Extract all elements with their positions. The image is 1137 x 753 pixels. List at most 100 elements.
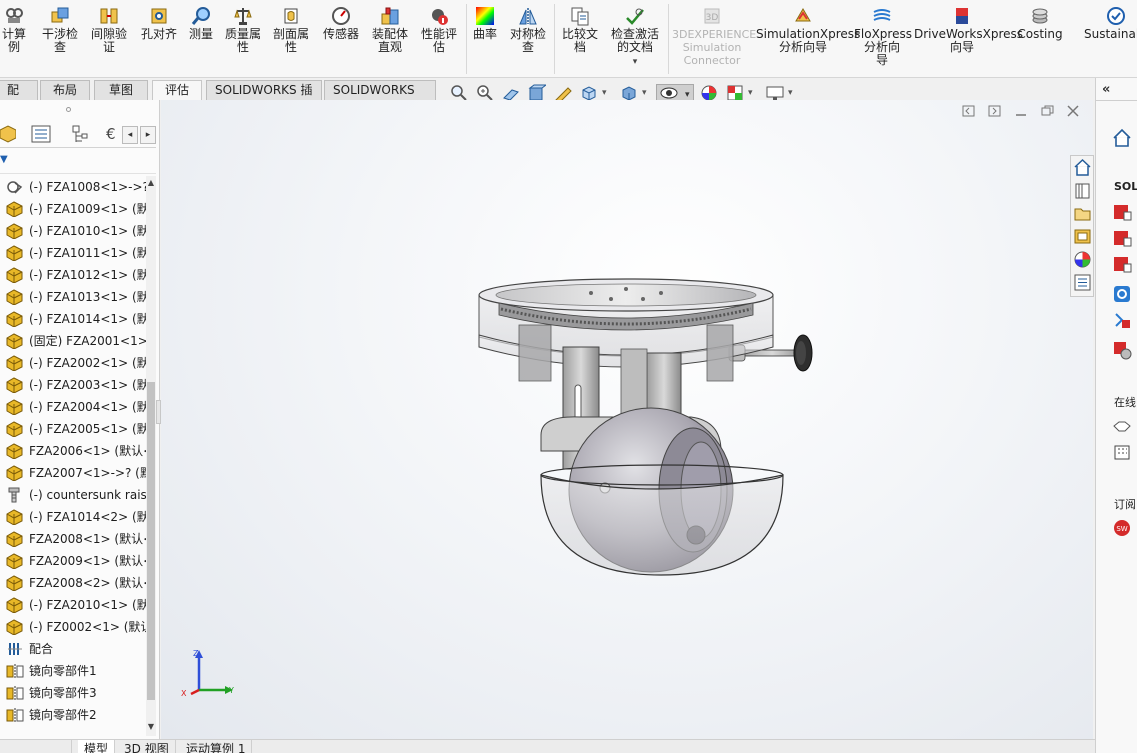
curvature-button[interactable]: 曲率	[470, 6, 500, 41]
simulationxpress-wizard-button[interactable]: SimulationXpress 分析向导	[756, 6, 860, 54]
restore-icon[interactable]	[1039, 104, 1055, 118]
tree-item[interactable]: (固定) FZA2001<1>	[0, 330, 146, 352]
home-icon[interactable]	[1112, 128, 1132, 148]
appearances-icon[interactable]	[1073, 250, 1092, 269]
tree-item[interactable]: FZA2009<1> (默认<	[0, 550, 146, 572]
tree-item[interactable]: (-) FZA2003<1> (默认	[0, 374, 146, 396]
tree-item[interactable]: (-) FZA1013<1> (默认	[0, 286, 146, 308]
tree-item[interactable]: (-) FZA2010<1> (默认	[0, 594, 146, 616]
collapse-task-pane-icon[interactable]: «	[1102, 82, 1132, 98]
tree-item[interactable]: FZA2008<1> (默认<	[0, 528, 146, 550]
tree-item[interactable]: (-) FZA1011<1> (默认	[0, 242, 146, 264]
sw-resource-icon[interactable]	[1112, 228, 1132, 248]
assembly-visualization-button[interactable]: 装配体 直观	[368, 6, 412, 54]
check-active-document-button[interactable]: 检查激活 的文档 ▾	[606, 6, 664, 69]
tab-solidworks-addins[interactable]: SOLIDWORKS 插件	[206, 80, 322, 115]
tab-layout[interactable]: 布局	[40, 80, 90, 100]
compare-documents-button[interactable]: 比较文 档	[558, 6, 602, 54]
sw-resource-icon[interactable]	[1112, 202, 1132, 222]
tab-assembly[interactable]: 配体	[0, 80, 38, 115]
filter-icon[interactable]: ▼	[0, 154, 8, 165]
minimize-icon[interactable]	[1013, 104, 1029, 118]
tree-item[interactable]: FZA2008<2> (默认<	[0, 572, 146, 594]
home-icon[interactable]	[1073, 158, 1092, 177]
addins-icon[interactable]	[1112, 310, 1132, 330]
clearance-verify-button[interactable]: 间隙验 证	[88, 6, 130, 54]
manager-tabs: € ◂ ▸	[0, 118, 156, 148]
building-icon[interactable]	[1112, 442, 1132, 462]
3dexperience-simulation-connector-button[interactable]: 3D 3DEXPERIENCE Simulation Connector	[672, 6, 756, 67]
costing-button[interactable]: Costing	[1014, 6, 1066, 41]
tree-item[interactable]: (-) FZA1014<2> (默认	[0, 506, 146, 528]
tree-item[interactable]: 配合	[0, 638, 146, 660]
symmetry-check-button[interactable]: 对称检 查	[506, 6, 550, 54]
section-properties-button[interactable]: 剖面属 性	[270, 6, 312, 54]
tab-sketch[interactable]: 草图	[94, 80, 148, 100]
tree-item[interactable]: (-) FZA2004<1> (默认	[0, 396, 146, 418]
tab-motion-study[interactable]: 运动算例 1	[180, 740, 253, 753]
tab-scroll-buttons[interactable]	[10, 740, 72, 753]
tabs-scroll-right-icon[interactable]: ▸	[140, 126, 156, 144]
tree-item[interactable]: (-) FZ0002<1> (默认	[0, 616, 146, 638]
tree-item[interactable]: (-) FZA1009<1> (默认	[0, 198, 146, 220]
sensor-button[interactable]: 传感器	[320, 6, 362, 41]
tab-solidworks-mbd[interactable]: SOLIDWORKS MBD	[324, 80, 436, 115]
graphics-area[interactable]: Z Y X	[161, 100, 1093, 739]
part-icon	[6, 289, 24, 306]
scroll-down-icon[interactable]: ▼	[146, 722, 156, 731]
tree-filter-bar[interactable]: ▼	[0, 150, 156, 174]
part-icon	[6, 597, 24, 614]
feature-manager-tab-icon[interactable]	[0, 124, 22, 144]
subscription-icon[interactable]: SW	[1112, 518, 1132, 538]
sw-resource-icon[interactable]	[1112, 254, 1132, 274]
tree-item[interactable]: (-) FZA1014<1> (默认	[0, 308, 146, 330]
compare-documents-icon	[570, 6, 590, 26]
tab-3d-view[interactable]: 3D 视图	[118, 740, 176, 753]
sustainability-button[interactable]: Sustainab	[1084, 6, 1137, 41]
performance-evaluation-button[interactable]: 性能评 估	[418, 6, 460, 54]
dropdown-arrow-icon[interactable]: ▾	[606, 56, 664, 69]
mass-properties-button[interactable]: 质量属 性	[222, 6, 264, 54]
assembly-model[interactable]	[471, 275, 831, 580]
scroll-thumb[interactable]	[147, 382, 155, 700]
interference-check-button[interactable]: 干涉检 查	[40, 6, 80, 54]
tree-item[interactable]: 镜向零部件2	[0, 704, 146, 726]
custom-properties-icon[interactable]	[1073, 273, 1092, 292]
sw-users-icon[interactable]	[1112, 340, 1132, 360]
file-explorer-icon[interactable]	[1073, 204, 1092, 223]
viewport-forward-icon[interactable]	[987, 104, 1003, 118]
handshake-icon[interactable]	[1112, 416, 1132, 436]
tree-item[interactable]: FZA2007<1>->? (默	[0, 462, 146, 484]
clearance-icon	[99, 6, 119, 26]
tree-item[interactable]: (-) FZA2002<1> (默认	[0, 352, 146, 374]
tree-item[interactable]: (-) FZA1008<1>->?	[0, 176, 146, 198]
tree-item[interactable]: (-) countersunk rais	[0, 484, 146, 506]
view-palette-icon[interactable]	[1073, 227, 1092, 246]
tree-item[interactable]: (-) FZA2005<1> (默认	[0, 418, 146, 440]
tree-scrollbar[interactable]: ▲ ▼	[146, 176, 156, 736]
tab-model[interactable]: 模型	[78, 740, 116, 753]
tree-item[interactable]: 镜向零部件1	[0, 660, 146, 682]
driveworksxpress-wizard-button[interactable]: DriveWorksXpress 向导	[914, 6, 1023, 54]
mirror-component-icon	[6, 707, 24, 723]
panel-grip-icon[interactable]	[66, 107, 71, 112]
property-manager-tab-icon[interactable]	[30, 124, 52, 144]
configuration-manager-tab-icon[interactable]	[68, 124, 90, 144]
task-pane: « SOLI 在线 订阅 SW	[1095, 78, 1137, 753]
viewport-back-icon[interactable]	[961, 104, 977, 118]
tabs-scroll-left-icon[interactable]: ◂	[122, 126, 138, 144]
close-icon[interactable]	[1065, 104, 1081, 118]
tree-item[interactable]: 镜向零部件3	[0, 682, 146, 704]
sync-icon[interactable]	[1112, 284, 1132, 304]
ribbon-calc-button[interactable]: 计算 例	[0, 6, 30, 54]
part-icon	[6, 619, 24, 636]
tree-item[interactable]: FZA2006<1> (默认<	[0, 440, 146, 462]
hole-alignment-button[interactable]: 孔对齐	[138, 6, 180, 41]
design-library-icon[interactable]	[1073, 181, 1092, 200]
floxpress-wizard-button[interactable]: FloXpress 分析向 导	[854, 6, 912, 67]
measure-button[interactable]: 测量	[186, 6, 216, 41]
tree-item[interactable]: (-) FZA1012<1> (默认	[0, 264, 146, 286]
tab-evaluate[interactable]: 评估	[152, 80, 202, 100]
scroll-up-icon[interactable]: ▲	[146, 178, 156, 187]
tree-item[interactable]: (-) FZA1010<1> (默认	[0, 220, 146, 242]
